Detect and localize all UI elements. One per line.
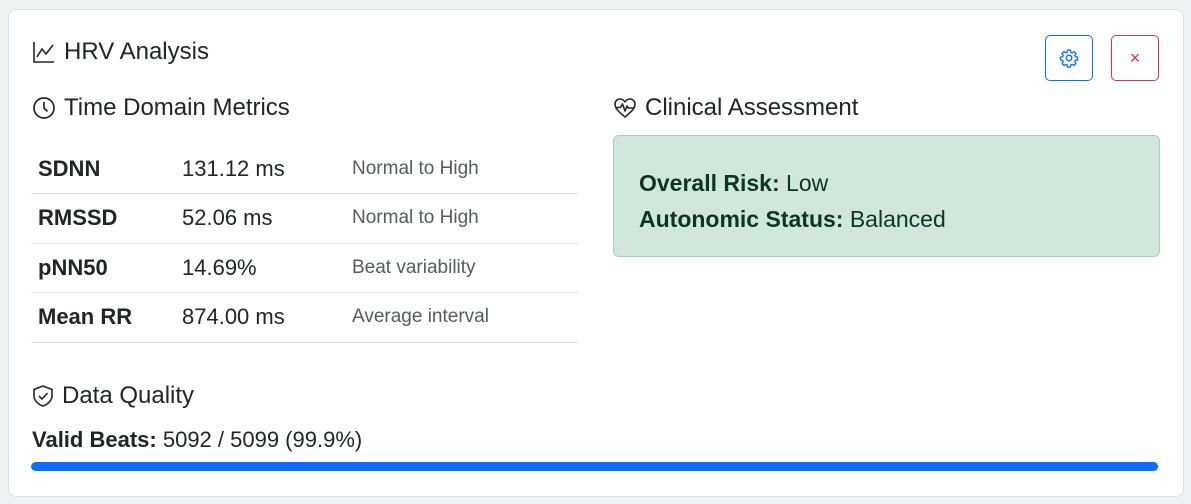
metric-value: 131.12 ms xyxy=(182,155,285,181)
metric-name: SDNN xyxy=(38,155,101,181)
table-row: RMSSD 52.06 ms Normal to High xyxy=(31,194,578,243)
settings-button[interactable] xyxy=(1045,35,1093,81)
table-row: pNN50 14.69% Beat variability xyxy=(31,243,578,293)
data-quality-heading: Data Quality xyxy=(32,382,194,410)
card-title-text: HRV Analysis xyxy=(64,38,209,65)
metric-note: Average interval xyxy=(352,306,489,328)
graph-line-icon xyxy=(32,40,56,64)
time-domain-heading: Time Domain Metrics xyxy=(32,94,290,122)
metric-value: 874.00 ms xyxy=(182,304,285,330)
hrv-analysis-card: HRV Analysis × Time Domain Metrics SDNN … xyxy=(8,9,1184,497)
valid-beats-progress-fill xyxy=(31,462,1158,471)
valid-beats-value: 5092 / 5099 (99.9%) xyxy=(162,427,363,452)
close-icon: × xyxy=(1129,48,1141,68)
autonomic-status-line: Autonomic Status: Balanced xyxy=(639,201,1134,237)
clinical-assessment-heading-text: Clinical Assessment xyxy=(645,94,859,121)
clinical-assessment-heading: Clinical Assessment xyxy=(613,94,858,122)
card-title: HRV Analysis xyxy=(32,38,209,66)
metric-value: 52.06 ms xyxy=(182,205,273,231)
close-button[interactable]: × xyxy=(1111,35,1159,81)
table-row: SDNN 131.12 ms Normal to High xyxy=(31,144,578,194)
shield-check-icon xyxy=(32,384,54,408)
time-domain-table: SDNN 131.12 ms Normal to High RMSSD 52.0… xyxy=(31,144,578,343)
valid-beats-line: Valid Beats: 5092 / 5099 (99.9%) xyxy=(32,427,362,453)
overall-risk-line: Overall Risk: Low xyxy=(639,165,1134,201)
autonomic-status-label: Autonomic Status: xyxy=(639,206,844,232)
autonomic-status-value: Balanced xyxy=(849,206,946,232)
data-quality-heading-text: Data Quality xyxy=(62,382,195,409)
metric-note: Beat variability xyxy=(352,256,476,278)
metric-note: Normal to High xyxy=(352,157,479,179)
clock-icon xyxy=(32,96,56,120)
metric-name: pNN50 xyxy=(38,254,108,280)
metric-value: 14.69% xyxy=(182,254,257,280)
table-row: Mean RR 874.00 ms Average interval xyxy=(31,293,578,342)
clinical-assessment-alert: Overall Risk: Low Autonomic Status: Bala… xyxy=(613,135,1160,257)
overall-risk-label: Overall Risk: xyxy=(639,170,780,196)
metric-name: RMSSD xyxy=(38,205,118,231)
overall-risk-value: Low xyxy=(786,170,829,196)
valid-beats-label: Valid Beats: xyxy=(32,427,157,452)
heart-pulse-icon xyxy=(613,96,637,120)
metric-name: Mean RR xyxy=(38,304,133,330)
valid-beats-progress xyxy=(31,462,1159,471)
metric-note: Normal to High xyxy=(352,207,479,229)
time-domain-heading-text: Time Domain Metrics xyxy=(64,94,290,121)
gear-icon xyxy=(1059,48,1079,68)
